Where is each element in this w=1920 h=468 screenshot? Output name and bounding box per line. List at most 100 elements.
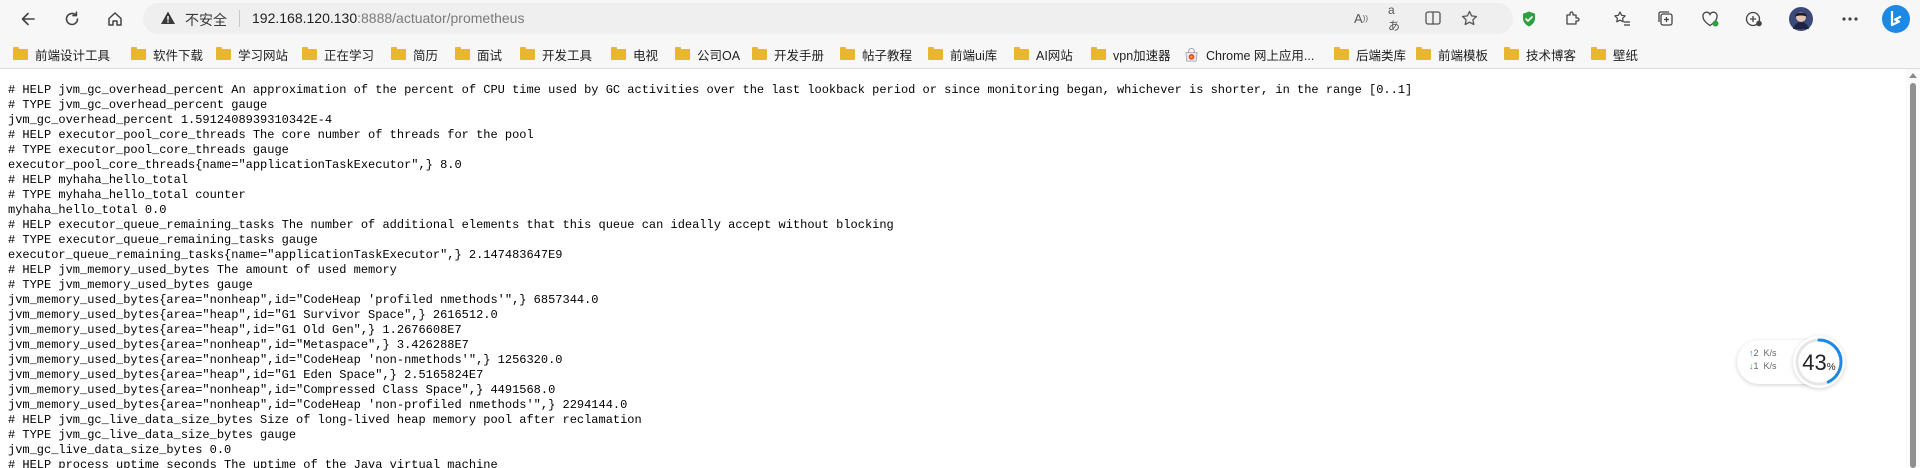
- metric-line: jvm_memory_used_bytes{area="nonheap",id=…: [8, 338, 469, 352]
- folder-icon: [752, 46, 767, 60]
- metric-line: jvm_memory_used_bytes{area="nonheap",id=…: [8, 293, 599, 307]
- bookmark-folder[interactable]: 技术博客: [1504, 45, 1576, 63]
- bookmark-label: 前端ui库: [950, 48, 998, 63]
- reload-icon: [65, 11, 79, 26]
- bookmark-folder[interactable]: 后端类库: [1334, 45, 1406, 63]
- folder-icon: [840, 46, 855, 60]
- metric-line: jvm_memory_used_bytes{area="heap",id="G1…: [8, 368, 484, 382]
- bookmark-label: AI网站: [1036, 48, 1073, 63]
- bookmark-folder[interactable]: 壁纸: [1591, 45, 1638, 63]
- bookmark-label: 前端模板: [1438, 48, 1489, 63]
- upload-speed: ↑2 K/s: [1749, 348, 1777, 358]
- network-speed-widget[interactable]: ↑2 K/s ↓1 K/s 43%: [1737, 336, 1845, 388]
- favorite-star-icon[interactable]: [1460, 9, 1478, 27]
- folder-icon: [611, 46, 626, 60]
- metric-line: jvm_memory_used_bytes{area="nonheap",id=…: [8, 383, 556, 397]
- folder-icon: [1504, 46, 1519, 60]
- home-button[interactable]: [102, 6, 128, 32]
- bookmark-label: 学习网站: [238, 48, 289, 63]
- bookmark-folder[interactable]: 面试: [455, 45, 502, 63]
- bookmark-folder[interactable]: 软件下载: [131, 45, 203, 63]
- bookmark-label: 软件下载: [153, 48, 204, 63]
- folder-icon: [216, 46, 231, 60]
- metric-line: executor_queue_remaining_tasks{name="app…: [8, 248, 563, 262]
- bookmark-folder[interactable]: 开发手册: [752, 45, 824, 63]
- folder-icon: [131, 46, 146, 60]
- browser-toolbar: 不安全 192.168.120.130:8888/actuator/promet…: [0, 0, 1920, 38]
- bookmark-label: 开发工具: [542, 48, 593, 63]
- chrome-web-store-icon: [1185, 47, 1198, 61]
- favorites-list-icon[interactable]: [1611, 8, 1633, 30]
- folder-icon: [455, 46, 470, 60]
- metric-line: executor_pool_core_threads{name="applica…: [8, 158, 462, 172]
- more-options-icon[interactable]: [1839, 8, 1861, 30]
- scrollbar-thumb[interactable]: [1910, 83, 1916, 468]
- collections-icon[interactable]: [1655, 8, 1677, 30]
- home-icon: [108, 12, 122, 26]
- bookmark-link[interactable]: Chrome 网上应用...: [1184, 45, 1314, 63]
- scroll-up-arrow-icon[interactable]: [1909, 73, 1917, 78]
- reload-button[interactable]: [59, 6, 85, 32]
- metric-line: # HELP executor_queue_remaining_tasks Th…: [8, 218, 894, 232]
- metric-line: # HELP jvm_memory_used_bytes The amount …: [8, 263, 397, 277]
- bing-copilot-icon[interactable]: [1881, 4, 1911, 34]
- bookmark-folder[interactable]: 前端模板: [1416, 45, 1488, 63]
- folder-icon: [1334, 46, 1349, 60]
- metric-line: # TYPE jvm_gc_overhead_percent gauge: [8, 98, 268, 112]
- metric-line: # TYPE executor_queue_remaining_tasks ga…: [8, 233, 318, 247]
- divider: [239, 10, 240, 27]
- bookmark-folder[interactable]: 正在学习: [302, 45, 374, 63]
- bookmark-folder[interactable]: 帖子教程: [840, 45, 912, 63]
- url-host: 192.168.120.130: [252, 10, 358, 26]
- security-label[interactable]: 不安全: [185, 10, 227, 30]
- bookmark-label: Chrome 网上应用...: [1206, 48, 1315, 63]
- bookmark-label: 前端设计工具: [35, 48, 111, 63]
- bookmark-label: vpn加速器: [1113, 48, 1171, 63]
- browser-essentials-icon[interactable]: [1743, 8, 1765, 30]
- metric-line: jvm_gc_overhead_percent 1.59124089393103…: [8, 113, 333, 127]
- folder-icon: [520, 46, 535, 60]
- bookmark-folder[interactable]: 开发工具: [520, 45, 592, 63]
- performance-icon[interactable]: [1699, 8, 1721, 30]
- split-screen-icon[interactable]: [1424, 9, 1442, 27]
- extensions-puzzle-icon[interactable]: [1561, 8, 1583, 30]
- url-path: :8888/actuator/prometheus: [357, 10, 525, 26]
- folder-icon: [391, 46, 406, 60]
- bookmark-folder[interactable]: 前端ui库: [928, 45, 997, 63]
- metric-line: # TYPE jvm_memory_used_bytes gauge: [8, 278, 253, 292]
- bookmark-label: 公司OA: [697, 48, 741, 63]
- url-text[interactable]: 192.168.120.130:8888/actuator/prometheus: [252, 10, 524, 26]
- folder-icon: [1416, 46, 1431, 60]
- folder-icon: [302, 46, 317, 60]
- warning-icon[interactable]: [160, 10, 176, 26]
- page-content: # HELP jvm_gc_overhead_percent An approx…: [0, 69, 1906, 468]
- address-bar[interactable]: 不安全 192.168.120.130:8888/actuator/promet…: [143, 3, 1513, 34]
- arrow-left-icon: [21, 12, 35, 26]
- bookmark-folder[interactable]: 公司OA: [675, 45, 740, 63]
- bookmark-label: 帖子教程: [862, 48, 913, 63]
- translate-icon[interactable]: aあ: [1388, 3, 1406, 33]
- vertical-scrollbar[interactable]: [1906, 69, 1920, 468]
- bookmark-folder[interactable]: vpn加速器: [1091, 45, 1171, 63]
- read-aloud-icon[interactable]: A)): [1352, 9, 1370, 27]
- folder-icon: [928, 46, 943, 60]
- bookmark-folder[interactable]: 简历: [391, 45, 438, 63]
- bookmark-folder[interactable]: 电视: [611, 45, 658, 63]
- back-button[interactable]: [15, 6, 41, 32]
- metric-line: # HELP executor_pool_core_threads The co…: [8, 128, 534, 142]
- metric-line: jvm_memory_used_bytes{area="heap",id="G1…: [8, 323, 462, 337]
- profile-avatar[interactable]: [1788, 6, 1814, 32]
- folder-icon: [1014, 46, 1029, 60]
- metric-line: myhaha_hello_total 0.0: [8, 203, 167, 217]
- bookmark-folder[interactable]: 前端设计工具: [13, 45, 110, 63]
- bookmark-label: 电视: [633, 48, 659, 63]
- usage-percent: 43%: [1802, 350, 1836, 375]
- shield-extension-icon[interactable]: [1518, 8, 1540, 30]
- folder-icon: [1591, 46, 1606, 60]
- bookmark-folder[interactable]: 学习网站: [216, 45, 288, 63]
- memory-usage-gauge[interactable]: 43%: [1793, 336, 1845, 388]
- metric-line: # TYPE executor_pool_core_threads gauge: [8, 143, 289, 157]
- bookmark-label: 壁纸: [1613, 48, 1639, 63]
- bookmark-folder[interactable]: AI网站: [1014, 45, 1073, 63]
- metric-line: # HELP process_uptime_seconds The uptime…: [8, 458, 498, 468]
